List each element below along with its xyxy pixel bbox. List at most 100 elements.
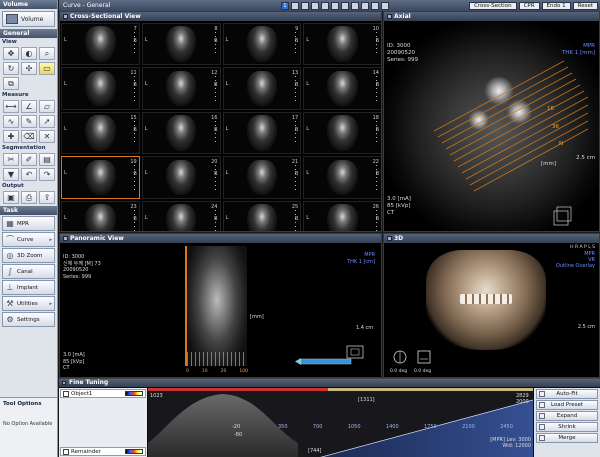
arrow-icon[interactable]: ➚ <box>39 115 55 128</box>
cross-section-slice[interactable]: L 14 B <box>303 67 381 110</box>
endo-button[interactable]: Endo 1 <box>541 1 571 10</box>
object-row[interactable]: Object1 <box>60 389 146 398</box>
curve-width: Wid: 12000 <box>502 443 531 449</box>
task-3d-zoom-button[interactable]: ◎ 3D Zoom <box>2 248 55 263</box>
sculpt-icon[interactable]: ✂ <box>3 153 19 166</box>
opacity-curve-editor[interactable]: 1023 [1311] 2829 2000 -20 -80 350 700 10… <box>148 388 533 457</box>
remainder-colormap[interactable] <box>125 449 143 454</box>
axial-mpr: MPR <box>583 43 595 49</box>
layout-7-icon[interactable] <box>341 1 349 10</box>
cross-section-slice[interactable]: L 23 B <box>61 200 140 231</box>
cross-section-slice[interactable]: L 24 B <box>141 200 221 231</box>
cross-section-slice[interactable]: L 19 B <box>61 156 140 199</box>
remainder-checkbox[interactable] <box>63 448 69 455</box>
task-implant-button[interactable]: ⊥ Implant <box>2 280 55 295</box>
note-icon[interactable]: ✎ <box>21 115 37 128</box>
brush-icon[interactable]: ✐ <box>21 153 37 166</box>
cross-section-slice[interactable]: L 9 B <box>222 23 302 66</box>
area-icon[interactable]: ▱ <box>39 100 55 113</box>
task-utilities-button[interactable]: ⚒ Utilities ▸ <box>2 296 55 311</box>
panoramic-slider[interactable] <box>295 344 375 374</box>
3d-view[interactable]: 3D H R A P L S MPR VR Outline Overlay 2.… <box>383 233 600 378</box>
layout-5-icon[interactable] <box>321 1 329 10</box>
delete-icon[interactable]: ✕ <box>39 130 55 143</box>
cross-section-slice[interactable]: L 15 B <box>61 111 140 155</box>
pan-icon[interactable]: ✥ <box>3 47 19 60</box>
panoramic-header: Panoramic View <box>60 234 381 243</box>
cross-section-slice[interactable]: L 12 B <box>141 67 221 110</box>
cross-section-slice[interactable]: L 10 B <box>303 23 381 66</box>
zoom-icon[interactable]: ⌕ <box>39 47 55 60</box>
axial-mpr-info: MPR THK 1 [mm] <box>562 43 595 57</box>
layout-11-icon[interactable] <box>381 1 389 10</box>
print-icon[interactable]: ⎙ <box>21 191 37 204</box>
undo-icon[interactable]: ↶ <box>21 168 37 181</box>
canal-icon: ∫ <box>7 266 13 276</box>
cross-section-slice[interactable]: L 22 B <box>303 156 381 199</box>
cross-section-slice[interactable]: L 26 B <box>303 200 381 231</box>
layout-2-icon[interactable] <box>291 1 299 10</box>
save-icon[interactable]: ▣ <box>3 191 19 204</box>
window-level-icon[interactable]: ◐ <box>21 47 37 60</box>
task-mpr-button[interactable]: ▦ MPR <box>2 216 55 231</box>
slice-number: 20 <box>211 159 218 166</box>
object-checkbox[interactable] <box>63 390 69 397</box>
cross-section-slice[interactable]: L 21 B <box>222 156 302 199</box>
volume-button[interactable]: Volume <box>2 11 55 27</box>
axial-view[interactable]: Axial ID: 3000 20090520 Series: 999 MPR … <box>383 11 600 232</box>
merge-button[interactable]: Merge <box>536 433 598 443</box>
object-list: Object1 Remainder <box>59 388 147 457</box>
layers-icon[interactable]: ▤ <box>39 153 55 166</box>
layout-9-icon[interactable] <box>361 1 369 10</box>
layout-6-icon[interactable] <box>331 1 339 10</box>
annotation-toggle-icon[interactable]: ▭ <box>39 62 55 75</box>
cross-section-slice[interactable]: L 16 B <box>141 111 221 155</box>
ruler-icon[interactable]: ⟷ <box>3 100 19 113</box>
slice-image <box>246 159 278 196</box>
expand-button[interactable]: Expand <box>536 411 598 421</box>
cross-section-slice[interactable]: L 20 B <box>141 156 221 199</box>
cpr-button[interactable]: CPR <box>518 1 540 10</box>
shrink-button[interactable]: Shrink <box>536 422 598 432</box>
copy-icon[interactable]: ⧉ <box>3 77 19 90</box>
eraser-icon[interactable]: ⌫ <box>21 130 37 143</box>
slice-ruler <box>295 32 297 57</box>
export-icon[interactable]: ⇪ <box>39 191 55 204</box>
task-canal-button[interactable]: ∫ Canal <box>2 264 55 279</box>
layout-1-icon[interactable]: 1 <box>281 1 289 10</box>
task-settings-button[interactable]: ⚙ Settings <box>2 312 55 327</box>
angle-icon[interactable]: ∠ <box>21 100 37 113</box>
cross-section-slice[interactable]: L 11 B <box>61 67 140 110</box>
layout-8-icon[interactable] <box>351 1 359 10</box>
cross-sectional-view[interactable]: Cross-Sectional View L 7 B L 8 B L 9 B L 10 B L 11 B L 1… <box>59 11 382 232</box>
auto-fit-button[interactable]: Auto-Fit <box>536 389 598 399</box>
cross-section-slice[interactable]: L 17 B <box>222 111 302 155</box>
cross-section-slice[interactable]: L 7 B <box>61 23 140 66</box>
cross-section-button[interactable]: Cross-Section <box>469 1 517 10</box>
peak-value-1: -20 <box>232 424 241 430</box>
fit-icon[interactable]: ✣ <box>21 62 37 75</box>
window-center-label: [1311] <box>358 397 375 403</box>
reset-button[interactable]: Reset <box>572 1 598 10</box>
fill-icon[interactable]: ▼ <box>3 168 19 181</box>
panoramic-view[interactable]: Panoramic View ID: 3000 신체 두께 [M] 73 200… <box>59 233 382 378</box>
axial-mm-label: [mm] <box>541 161 557 167</box>
point-icon[interactable]: ✚ <box>3 130 19 143</box>
slice-image <box>246 115 278 151</box>
rotate-icon[interactable]: ↻ <box>3 62 19 75</box>
object-colormap[interactable] <box>125 391 143 396</box>
remainder-row[interactable]: Remainder <box>60 447 146 456</box>
cross-section-slice[interactable]: L 8 B <box>141 23 221 66</box>
cross-section-slice[interactable]: L 25 B <box>222 200 302 231</box>
load-preset-button[interactable]: Load Preset <box>536 400 598 410</box>
curve-axis-tick: 2450 <box>500 424 513 430</box>
restore-icon[interactable]: ↷ <box>39 168 55 181</box>
slice-left-label: L <box>225 37 229 43</box>
profile-icon[interactable]: ∿ <box>3 115 19 128</box>
cross-section-slice[interactable]: L 13 B <box>222 67 302 110</box>
task-curve-button[interactable]: ⌒ Curve ▸ <box>2 232 55 247</box>
cross-section-slice[interactable]: L 18 B <box>303 111 381 155</box>
layout-4-icon[interactable] <box>311 1 319 10</box>
layout-10-icon[interactable] <box>371 1 379 10</box>
layout-3-icon[interactable] <box>301 1 309 10</box>
